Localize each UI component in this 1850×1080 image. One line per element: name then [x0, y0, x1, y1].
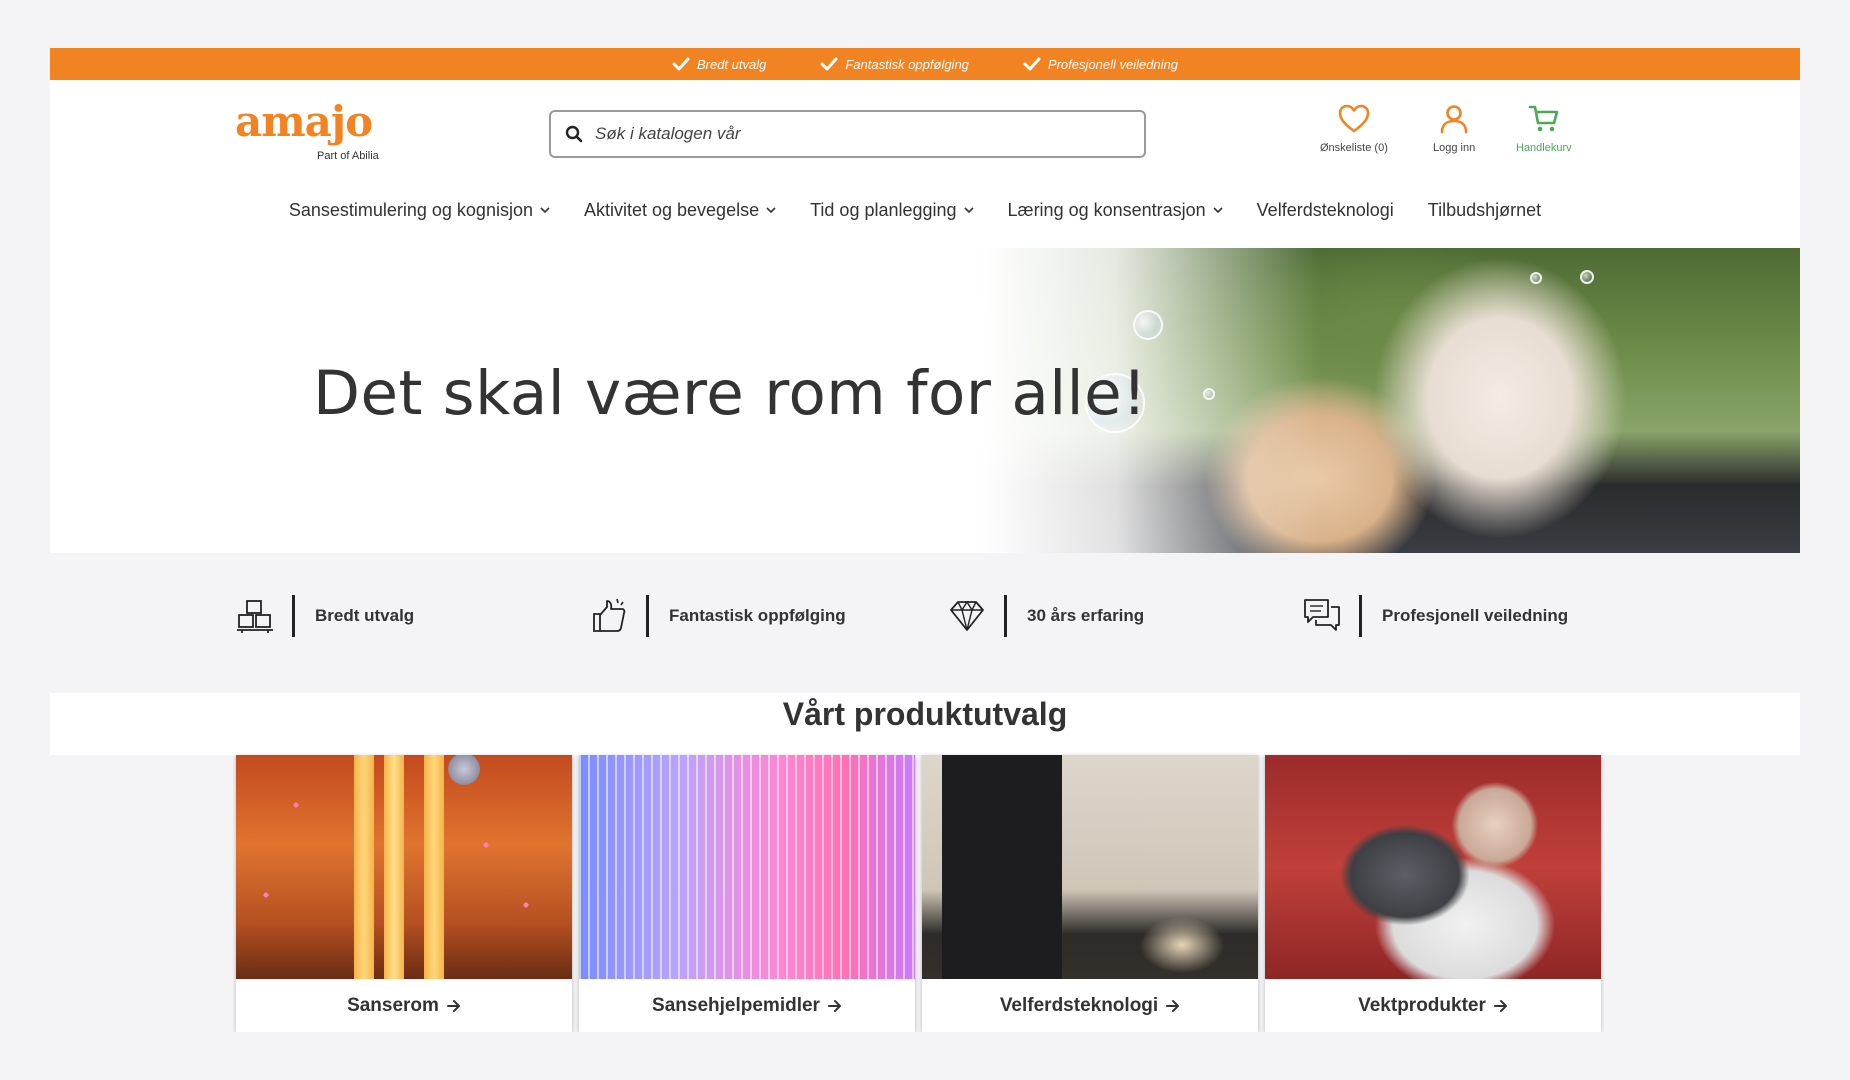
- nav-item-velferdsteknologi[interactable]: Velferdsteknologi: [1257, 200, 1394, 221]
- chevron-down-icon: [766, 206, 776, 213]
- cart-button[interactable]: Handlekurv: [1516, 102, 1572, 154]
- chevron-down-icon: [1213, 206, 1223, 213]
- check-icon: [672, 57, 690, 71]
- promo-item: Bredt utvalg: [672, 57, 766, 72]
- feature-item: Fantastisk oppfølging: [590, 595, 846, 637]
- product-image[interactable]: [579, 755, 915, 979]
- hero-title: Det skal være rom for alle!: [313, 358, 1148, 429]
- product-image[interactable]: [922, 755, 1258, 979]
- arrow-right-icon: [827, 999, 841, 1012]
- products-section-title: Vårt produktutvalg: [782, 696, 1068, 732]
- arrow-right-icon: [1166, 999, 1180, 1012]
- product-image[interactable]: [236, 755, 572, 979]
- chat-bubbles-icon: [1304, 599, 1340, 631]
- page-frame: Bredt utvalg Fantastisk oppfølging Profe…: [50, 48, 1800, 1032]
- arrow-right-icon: [1493, 999, 1507, 1012]
- product-card-footer[interactable]: Velferdsteknologi: [922, 979, 1258, 1032]
- bubble-decoration: [1580, 270, 1594, 284]
- chevron-down-icon: [963, 206, 974, 213]
- boxes-icon: [237, 600, 273, 633]
- product-card-label: Sanserom: [347, 994, 439, 1016]
- logo-subtitle: Part of Abilia: [317, 150, 379, 162]
- feature-item: Bredt utvalg: [236, 595, 414, 637]
- promo-item: Profesjonell veiledning: [1023, 57, 1178, 72]
- feature-label: 30 års erfaring: [1027, 606, 1145, 625]
- wishlist-label: Ønskeliste (0): [1320, 142, 1388, 154]
- nav-item-tilbudshjornet[interactable]: Tilbudshjørnet: [1428, 200, 1541, 221]
- nav-item-label: Sansestimulering og kognisjon: [288, 199, 533, 220]
- cart-icon: [1528, 105, 1559, 132]
- nav-item-label: Aktivitet og bevegelse: [583, 199, 760, 220]
- bubble-decoration: [1530, 272, 1542, 284]
- products-grid: Sanserom Sansehjelpemidler Velferdstekno…: [50, 755, 1800, 1032]
- product-card-sanserom[interactable]: Sanserom: [236, 755, 572, 1032]
- nav-item-label: Læring og konsentrasjon: [1007, 199, 1206, 220]
- site-logo[interactable]: amajo Part of Abilia: [235, 97, 379, 163]
- feature-label: Profesjonell veiledning: [1382, 606, 1569, 625]
- product-card-velferdsteknologi[interactable]: Velferdsteknologi: [922, 755, 1258, 1032]
- nav-item-label: Tid og planlegging: [810, 199, 957, 220]
- product-image[interactable]: [1265, 755, 1601, 979]
- product-card-label: Sansehjelpemidler: [652, 994, 820, 1016]
- promo-label: Fantastisk oppfølging: [845, 56, 969, 72]
- login-label: Logg inn: [1433, 142, 1476, 154]
- feature-label: Fantastisk oppfølging: [669, 606, 846, 625]
- product-card-sansehjelpemidler[interactable]: Sansehjelpemidler: [579, 755, 915, 1032]
- product-card-label: Velferdsteknologi: [999, 994, 1159, 1016]
- thumbs-up-icon: [593, 598, 626, 632]
- promo-bar: Bredt utvalg Fantastisk oppfølging Profe…: [50, 48, 1800, 80]
- nav-item-label: Tilbudshjørnet: [1427, 199, 1542, 220]
- nav-item-label: Velferdsteknologi: [1256, 199, 1394, 220]
- check-icon: [820, 57, 838, 71]
- site-header: amajo Part of Abilia Ønskeliste (0) Logg…: [50, 80, 1800, 190]
- bubble-decoration: [1133, 310, 1163, 340]
- product-card-vektprodukter[interactable]: Vektprodukter: [1265, 755, 1601, 1032]
- divider: [1359, 595, 1362, 637]
- nav-item-aktivitet[interactable]: Aktivitet og bevegelse: [584, 200, 776, 221]
- cart-label: Handlekurv: [1516, 142, 1572, 154]
- logo-wordmark: amajo: [235, 97, 373, 146]
- divider: [292, 595, 295, 637]
- check-icon: [1023, 57, 1041, 71]
- divider: [1004, 595, 1007, 637]
- search-icon[interactable]: [565, 125, 583, 143]
- promo-label: Profesjonell veiledning: [1047, 56, 1179, 72]
- product-card-footer[interactable]: Sanserom: [236, 979, 572, 1032]
- main-nav: Sansestimulering og kognisjon Aktivitet …: [50, 190, 1800, 230]
- divider: [646, 595, 649, 637]
- wishlist-button[interactable]: Ønskeliste (0): [1320, 102, 1388, 154]
- feature-label: Bredt utvalg: [315, 606, 415, 625]
- nav-item-laering[interactable]: Læring og konsentrasjon: [1008, 200, 1223, 221]
- bubble-decoration: [1203, 388, 1215, 400]
- hero-banner: Det skal være rom for alle!: [50, 248, 1800, 553]
- product-card-footer[interactable]: Sansehjelpemidler: [579, 979, 915, 1032]
- chevron-down-icon: [540, 206, 550, 213]
- arrow-right-icon: [446, 999, 460, 1012]
- login-button[interactable]: Logg inn: [1433, 102, 1475, 154]
- diamond-icon: [950, 600, 984, 631]
- features-strip: Bredt utvalg Fantastisk oppfølging 30 år…: [50, 553, 1800, 693]
- nav-item-tid[interactable]: Tid og planlegging: [810, 199, 974, 221]
- user-icon: [1440, 105, 1468, 134]
- search-input[interactable]: [595, 124, 1115, 144]
- product-card-footer[interactable]: Vektprodukter: [1265, 979, 1601, 1032]
- promo-item: Fantastisk oppfølging: [820, 57, 969, 72]
- feature-item: Profesjonell veiledning: [1303, 595, 1568, 637]
- product-card-label: Vektprodukter: [1358, 994, 1486, 1016]
- nav-item-sansestimulering[interactable]: Sansestimulering og kognisjon: [289, 200, 550, 221]
- feature-item: 30 års erfaring: [948, 595, 1144, 637]
- heart-icon: [1338, 104, 1370, 133]
- promo-label: Bredt utvalg: [696, 56, 767, 72]
- search-box[interactable]: [549, 110, 1146, 158]
